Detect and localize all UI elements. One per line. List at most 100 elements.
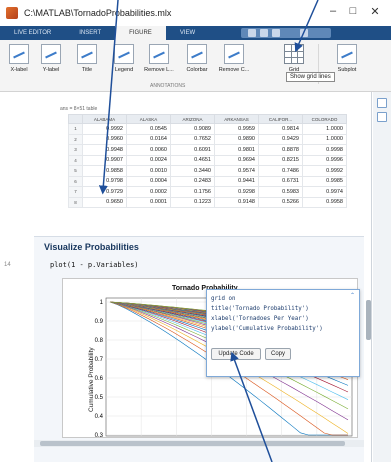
table-cell[interactable]: 0.7652: [170, 133, 215, 145]
table-cell[interactable]: 0.6091: [170, 144, 215, 156]
tab-live-editor[interactable]: LIVE EDITOR: [0, 26, 65, 40]
table-column-header[interactable]: ARKANSAS: [214, 114, 259, 124]
ylabel-icon: [41, 44, 61, 64]
table-cell[interactable]: 0.0545: [126, 123, 171, 135]
collapse-popup-icon[interactable]: ⌃: [350, 292, 355, 299]
table-cell[interactable]: 0.9089: [170, 123, 215, 135]
output-inline-icon[interactable]: [377, 98, 387, 108]
table-cell[interactable]: 0.0004: [126, 175, 171, 187]
update-code-button[interactable]: Update Code: [211, 348, 261, 360]
output-right-icon[interactable]: [377, 112, 387, 122]
undo-icon[interactable]: [260, 29, 268, 37]
table-cell[interactable]: 0.5983: [258, 186, 303, 198]
table-column-header[interactable]: ALASKA: [126, 114, 171, 124]
remove-colorbar-button[interactable]: Remove C...: [214, 42, 254, 82]
table-cell[interactable]: 1.0000: [302, 133, 347, 145]
table-cell[interactable]: 0.9974: [302, 186, 347, 198]
xlabel-button[interactable]: X-label: [4, 42, 34, 82]
ylabel-button[interactable]: Y-label: [36, 42, 66, 82]
table-column-header[interactable]: ARIZONA: [170, 114, 215, 124]
section-heading: Visualize Probabilities: [44, 242, 139, 252]
title-bar: C:\MATLAB\TornadoProbabilities.mlx – □ ✕: [0, 0, 391, 26]
table-cell[interactable]: 0.9574: [214, 165, 259, 177]
table-row: 3 0.9948 0.0060 0.6091 0.9801 0.8878 0.9998: [68, 144, 347, 156]
table-cell[interactable]: 0.5266: [258, 196, 303, 208]
code-line[interactable]: plot(1 - p.Variables): [50, 261, 139, 269]
remove-colorbar-button-label: Remove C...: [218, 67, 250, 73]
colorbar-button[interactable]: Colorbar: [180, 42, 214, 82]
table-cell[interactable]: 0.9992: [82, 123, 127, 135]
table-cell[interactable]: 0.9801: [214, 144, 259, 156]
table-cell[interactable]: 0.9694: [214, 154, 259, 166]
table-cell[interactable]: 0.0002: [126, 186, 171, 198]
table-row-index[interactable]: 1: [68, 123, 83, 135]
table-cell[interactable]: 0.1756: [170, 186, 215, 198]
table-cell[interactable]: 0.9992: [302, 165, 347, 177]
table-cell[interactable]: 0.9890: [214, 133, 259, 145]
table-cell[interactable]: 0.0010: [126, 165, 171, 177]
table-cell[interactable]: 0.9798: [82, 175, 127, 187]
help-icon[interactable]: [300, 29, 308, 37]
table-cell[interactable]: 0.0060: [126, 144, 171, 156]
table-cell[interactable]: 0.4651: [170, 154, 215, 166]
figure-ribbon: X-label Y-label Title Legend Remove L...…: [0, 40, 391, 92]
table-cell[interactable]: 0.9650: [82, 196, 127, 208]
table-cell[interactable]: 0.9958: [302, 196, 347, 208]
table-cell[interactable]: 0.8215: [258, 154, 303, 166]
table-cell[interactable]: 1.0000: [302, 123, 347, 135]
table-cell[interactable]: 0.3440: [170, 165, 215, 177]
table-row-index[interactable]: 2: [68, 133, 83, 145]
copy-button[interactable]: Copy: [265, 348, 291, 360]
close-button[interactable]: ✕: [366, 5, 384, 18]
vertical-scrollbar[interactable]: [366, 300, 371, 340]
table-cell[interactable]: 0.9959: [214, 123, 259, 135]
table-cell[interactable]: 0.9814: [258, 123, 303, 135]
horizontal-scroll-thumb[interactable]: [40, 441, 345, 446]
tab-figure[interactable]: FIGURE: [115, 26, 166, 40]
table-cell[interactable]: 0.9298: [214, 186, 259, 198]
table-cell[interactable]: 0.1223: [170, 196, 215, 208]
table-column-header[interactable]: CALIFOR...: [258, 114, 303, 124]
title-button[interactable]: Title: [72, 42, 102, 82]
table-cell[interactable]: 0.9948: [82, 144, 127, 156]
table-cell[interactable]: 0.9729: [82, 186, 127, 198]
table-cell[interactable]: 0.9148: [214, 196, 259, 208]
legend-button[interactable]: Legend: [106, 42, 142, 82]
save-icon[interactable]: [248, 29, 256, 37]
table-cell[interactable]: 0.7486: [258, 165, 303, 177]
table-cell[interactable]: 0.9907: [82, 154, 127, 166]
table-cell[interactable]: 0.6731: [258, 175, 303, 187]
table-cell[interactable]: 0.2483: [170, 175, 215, 187]
table-cell[interactable]: 0.9960: [82, 133, 127, 145]
table-cell[interactable]: 0.9985: [302, 175, 347, 187]
table-cell[interactable]: 0.9996: [302, 154, 347, 166]
title-button-label: Title: [81, 67, 93, 73]
remove-legend-button[interactable]: Remove L...: [140, 42, 178, 82]
table-row: 7 0.9729 0.0002 0.1756 0.9298 0.5983 0.9974: [68, 186, 347, 198]
table-cell[interactable]: 0.9858: [82, 165, 127, 177]
subplot-button[interactable]: Subplot: [330, 42, 364, 82]
xlabel-icon: [9, 44, 29, 64]
table-cell[interactable]: 0.0024: [126, 154, 171, 166]
maximize-button[interactable]: □: [344, 5, 362, 17]
legend-icon: [114, 44, 134, 64]
table-row-index[interactable]: 8: [68, 196, 83, 208]
table-row-index[interactable]: 7: [68, 186, 83, 198]
table-column-header[interactable]: ALABAMA: [82, 114, 127, 124]
table-row-index[interactable]: 4: [68, 154, 83, 166]
horizontal-scrollbar[interactable]: [34, 440, 364, 447]
table-cell[interactable]: 0.9429: [258, 133, 303, 145]
table-cell[interactable]: 0.9998: [302, 144, 347, 156]
table-row-index[interactable]: 6: [68, 175, 83, 187]
table-cell[interactable]: 0.0164: [126, 133, 171, 145]
table-row-index[interactable]: 5: [68, 165, 83, 177]
redo-icon[interactable]: [272, 29, 280, 37]
minimize-button[interactable]: –: [324, 5, 342, 17]
tab-view[interactable]: VIEW: [166, 26, 209, 40]
table-cell[interactable]: 0.9441: [214, 175, 259, 187]
table-cell[interactable]: 0.8878: [258, 144, 303, 156]
tab-insert[interactable]: INSERT: [65, 26, 115, 40]
table-row-index[interactable]: 3: [68, 144, 83, 156]
table-cell[interactable]: 0.0001: [126, 196, 171, 208]
table-column-header[interactable]: COLORADO: [302, 114, 347, 124]
